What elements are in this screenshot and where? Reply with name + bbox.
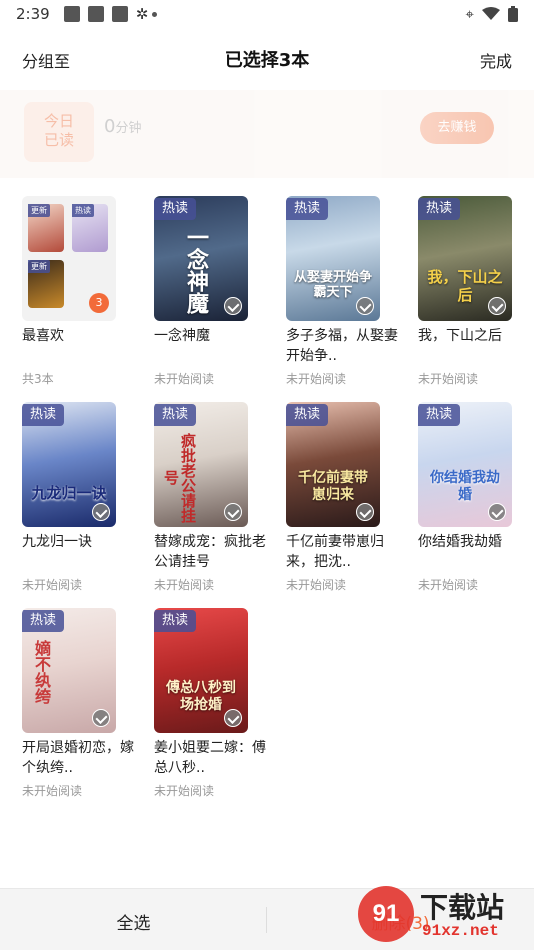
book-status: 未开始阅读 (418, 578, 479, 592)
status-time: 2:39 (16, 5, 50, 23)
folder-cover: 更新 热读 更新 3 (22, 196, 116, 321)
book-status: 未开始阅读 (154, 372, 215, 386)
battery-icon (508, 6, 518, 22)
cover-title: 千亿前妻带崽归来 (298, 470, 368, 503)
book-cover: 千亿前妻带崽归来 热读 (286, 402, 380, 527)
hot-tag: 热读 (154, 198, 197, 220)
mini-cover: 更新 (28, 260, 64, 308)
selected-check-icon[interactable] (92, 709, 110, 727)
today-label-line2: 已读 (43, 131, 74, 149)
hot-tag: 热读 (154, 610, 197, 632)
book-cover: 嫡不纨绔 热读 (22, 608, 116, 733)
book-cover: 九龙归一诀 热读 (22, 402, 116, 527)
hot-tag: 热读 (22, 404, 65, 426)
book-title: 多子多福，从娶妻开始争.. (286, 328, 398, 364)
book-title: 最喜欢 (22, 328, 64, 344)
status-bar: 2:39 ✲ ⌖ (0, 0, 534, 28)
book-status: 未开始阅读 (154, 578, 215, 592)
mini-cover: 更新 (28, 204, 64, 252)
book-status: 未开始阅读 (22, 578, 83, 592)
wifi-icon (482, 7, 500, 20)
selected-check-icon[interactable] (356, 503, 374, 521)
book-title: 千亿前妻带崽归来，把沈.. (286, 534, 384, 570)
minutes-value: 0 (104, 116, 116, 137)
notification-icon (111, 6, 128, 22)
book-title: 我，下山之后 (418, 328, 502, 344)
notification-icon (63, 6, 80, 22)
hot-tag: 热读 (418, 404, 461, 426)
watermark-url: 91xz.net (422, 922, 499, 940)
hot-tag: 热读 (154, 404, 197, 426)
top-bar: 分组至 已选择3本 完成 (0, 36, 534, 82)
selected-check-icon[interactable] (224, 709, 242, 727)
book-title: 你结婚我劫婚 (418, 534, 502, 550)
hot-tag: 热读 (22, 610, 65, 632)
book-cover: 你结婚我劫婚 热读 (418, 402, 512, 527)
book-title: 替嫁成宠：疯批老公请挂号 (154, 534, 266, 570)
mini-cover: 热读 (72, 204, 108, 252)
today-reading-banner: 今日 已读 0分钟 去赚钱 (0, 90, 534, 178)
selected-check-icon[interactable] (224, 503, 242, 521)
location-icon: ⌖ (465, 5, 474, 23)
earn-money-button[interactable]: 去赚钱 (420, 112, 494, 144)
mini-tag: 更新 (28, 204, 50, 217)
selected-check-icon[interactable] (356, 297, 374, 315)
book-status: 未开始阅读 (286, 578, 347, 592)
select-all-button[interactable]: 全选 (0, 909, 267, 934)
more-notifications-icon (152, 11, 158, 17)
book-status: 未开始阅读 (418, 372, 479, 386)
mini-tag: 热读 (72, 204, 94, 217)
selected-check-icon[interactable] (488, 297, 506, 315)
watermark-circle: 91 (358, 886, 414, 942)
cover-title: 你结婚我劫婚 (430, 470, 500, 503)
book-title: 开局退婚初恋，嫁个纨绔.. (22, 740, 134, 776)
cover-title: 疯批老公请挂号 (162, 432, 197, 523)
book-cover: 我，下山之后 热读 (418, 196, 512, 321)
book-status: 共3本 (22, 372, 54, 386)
cover-title: 一念神魔 (183, 226, 209, 314)
book-status: 未开始阅读 (22, 784, 83, 798)
cover-title: 嫡不纨绔 (32, 640, 51, 704)
cover-title: 九龙归一诀 (31, 484, 107, 502)
watermark-logo: 91 下载站 91xz.net (354, 880, 534, 950)
book-cover: 傅总八秒到场抢婚 热读 (154, 608, 248, 733)
hot-tag: 热读 (418, 198, 461, 220)
minutes-unit: 分钟 (115, 121, 142, 136)
book-title: 九龙归一诀 (22, 534, 92, 550)
book-status: 未开始阅读 (286, 372, 347, 386)
selected-check-icon[interactable] (224, 297, 242, 315)
today-minutes: 0分钟 (104, 116, 141, 137)
selected-check-icon[interactable] (488, 503, 506, 521)
hot-tag: 热读 (286, 404, 329, 426)
book-cover: 疯批老公请挂号 热读 (154, 402, 248, 527)
today-label-line1: 今日 (43, 112, 74, 130)
folder-count-badge: 3 (89, 293, 109, 313)
notification-icon (87, 6, 104, 22)
book-cover: 从娶妻开始争霸天下 热读 (286, 196, 380, 321)
book-status: 未开始阅读 (154, 784, 215, 798)
book-title: 姜小姐要二嫁：傅总八秒.. (154, 740, 266, 776)
sync-icon: ✲ (135, 5, 149, 23)
selected-check-icon[interactable] (92, 503, 110, 521)
mini-tag: 更新 (28, 260, 50, 273)
hot-tag: 热读 (286, 198, 329, 220)
book-cover: 一念神魔 热读 (154, 196, 248, 321)
done-button[interactable]: 完成 (480, 48, 512, 72)
book-title: 一念神魔 (154, 328, 210, 344)
page-title: 已选择3本 (224, 50, 310, 71)
today-read-label: 今日 已读 (24, 102, 94, 162)
cover-title: 从娶妻开始争霸天下 (294, 270, 373, 300)
watermark-text: 下载站 (420, 891, 505, 924)
